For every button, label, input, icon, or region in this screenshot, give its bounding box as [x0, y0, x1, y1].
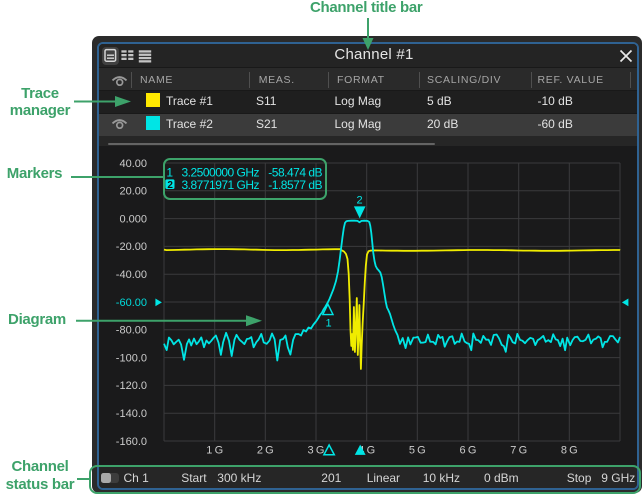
svg-text:-100.0: -100.0: [115, 352, 146, 364]
svg-text:6 G: 6 G: [459, 445, 476, 457]
svg-text:-20.00: -20.00: [115, 241, 146, 253]
svg-text:40.00: 40.00: [119, 158, 147, 170]
svg-text:-140.0: -140.0: [115, 408, 146, 420]
svg-text:0.000: 0.000: [119, 213, 147, 225]
svg-text:1 G: 1 G: [206, 445, 223, 457]
svg-text:1: 1: [325, 318, 331, 330]
svg-text:7 G: 7 G: [510, 445, 527, 457]
svg-text:20.00: 20.00: [119, 186, 147, 198]
svg-text:2 G: 2 G: [256, 445, 273, 457]
svg-text:-40.00: -40.00: [115, 269, 146, 281]
svg-text:-120.0: -120.0: [115, 380, 146, 392]
svg-text:-160.0: -160.0: [115, 436, 146, 448]
svg-text:5 G: 5 G: [408, 445, 425, 457]
svg-text:3 G: 3 G: [307, 445, 324, 457]
svg-text:-60.00: -60.00: [115, 297, 146, 309]
svg-text:8 G: 8 G: [560, 445, 577, 457]
svg-text:2: 2: [356, 195, 362, 207]
